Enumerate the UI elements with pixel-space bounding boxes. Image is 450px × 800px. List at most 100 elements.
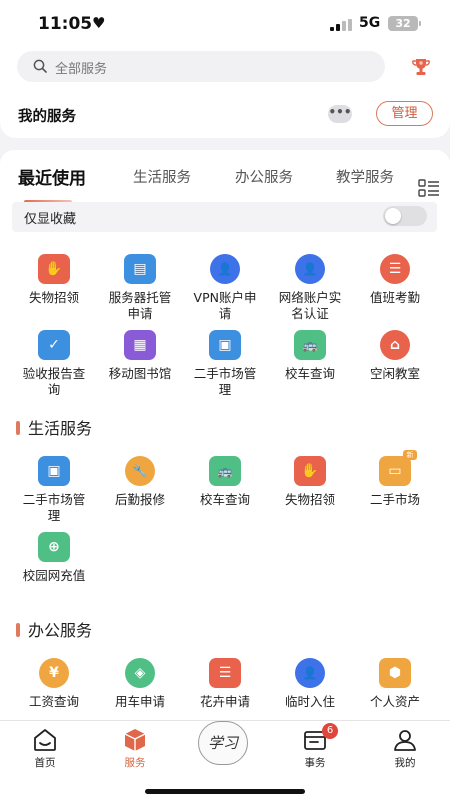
service-label: 失物招领 — [284, 492, 335, 507]
new-badge: 新 — [403, 450, 417, 460]
service-label: 二手市场 — [369, 492, 420, 507]
nav-service[interactable]: 服务 — [100, 727, 170, 770]
service-item[interactable]: ☰ 花卉申请 — [182, 658, 268, 710]
personal-assets-icon: ⬢ — [379, 658, 411, 688]
service-item[interactable]: 🚌 校车查询 — [267, 330, 353, 382]
nav-label: 我的 — [394, 757, 416, 769]
temp-stay-icon: 👤 — [295, 658, 325, 688]
service-label: 临时入住 — [284, 694, 335, 709]
tab-teaching[interactable]: 教学服务 — [336, 166, 394, 187]
service-item[interactable]: ⬢ 个人资产 — [352, 658, 438, 710]
service-item[interactable]: ▣ 二手市场管理 — [11, 456, 97, 524]
service-item[interactable]: 🔧 后勤报修 — [97, 456, 183, 508]
tab-recent[interactable]: 最近使用 — [18, 164, 86, 189]
flower-request-icon: ☰ — [209, 658, 241, 688]
signal-icon — [330, 19, 352, 31]
service-item[interactable]: 🚌 校车查询 — [182, 456, 268, 508]
vpn-account-icon: 👤 — [210, 254, 240, 284]
service-item[interactable]: ✋ 失物招领 — [267, 456, 353, 508]
top-card: 全部服务 我的服务 ••• 管理 — [0, 46, 450, 138]
service-item[interactable]: 👤 网络账户实名认证 — [267, 254, 353, 322]
lost-found-icon: ✋ — [38, 254, 70, 284]
search-icon — [33, 59, 47, 73]
center-logo[interactable]: 学习 — [198, 721, 248, 765]
service-label: 个人资产 — [369, 694, 420, 709]
service-item[interactable]: ▦ 移动图书馆 — [97, 330, 183, 382]
second-hand-market-icon: ▭ 新 — [379, 450, 417, 486]
service-label: 工资查询 — [28, 694, 79, 709]
service-label: 失物招领 — [28, 290, 79, 305]
service-label: 校车查询 — [199, 492, 250, 507]
service-item[interactable]: ◈ 用车申请 — [97, 658, 183, 710]
second-hand-manage-icon: ▣ — [38, 456, 70, 486]
home-indicator — [145, 789, 305, 794]
service-label: 二手市场管理 — [193, 366, 257, 397]
trophy-icon[interactable] — [410, 56, 432, 78]
service-box-icon — [124, 729, 146, 751]
salary-query-icon: ¥ — [39, 658, 69, 688]
tab-life[interactable]: 生活服务 — [133, 166, 191, 187]
service-item[interactable]: ¥ 工资查询 — [11, 658, 97, 710]
school-bus-icon: 🚌 — [294, 330, 326, 360]
office-section-title: 办公服务 — [16, 617, 92, 641]
service-item[interactable]: ▤ 服务器托管申请 — [97, 254, 183, 322]
campus-net-recharge-icon: ⊕ — [38, 532, 70, 562]
service-label: 服务器托管申请 — [108, 290, 172, 321]
service-label: 空闲教室 — [369, 366, 420, 381]
repair-icon: 🔧 — [125, 456, 155, 486]
home-icon — [34, 729, 56, 751]
service-item[interactable]: ☰ 值班考勤 — [352, 254, 438, 306]
service-item[interactable]: ▭ 新 二手市场 — [352, 450, 438, 508]
bottom-nav: 首页 服务 学习 事务 6 我的 — [0, 720, 450, 800]
school-bus-icon: 🚌 — [209, 456, 241, 486]
free-classroom-icon: ⌂ — [380, 330, 410, 360]
more-icon[interactable]: ••• — [328, 105, 352, 123]
life-section-title: 生活服务 — [16, 415, 92, 439]
lost-found-icon: ✋ — [294, 456, 326, 486]
service-label: 花卉申请 — [199, 694, 250, 709]
network-type: 5G — [359, 15, 381, 31]
status-bar: 11:05 ♥ 5G 32 — [0, 0, 450, 46]
service-label: 二手市场管理 — [22, 492, 86, 523]
service-item[interactable]: ✋ 失物招领 — [11, 254, 97, 306]
favorites-only-toggle[interactable] — [383, 206, 427, 226]
service-item[interactable]: ⌂ 空闲教室 — [352, 330, 438, 382]
nav-affairs[interactable]: 事务 — [280, 727, 350, 770]
service-label: VPN账户申请 — [193, 290, 257, 321]
nav-label: 服务 — [124, 757, 146, 769]
nav-profile[interactable]: 我的 — [370, 727, 440, 770]
service-tabs: 最近使用 生活服务 办公服务 教学服务 — [0, 160, 450, 204]
service-label: 校车查询 — [284, 366, 335, 381]
favorites-only-label: 仅显收藏 — [24, 212, 77, 227]
toggle-knob — [385, 208, 401, 224]
search-placeholder: 全部服务 — [55, 62, 108, 77]
services-panel: 最近使用 生活服务 办公服务 教学服务 仅显收藏 ✋ 失物招领 ▤ 服务器托管申… — [0, 150, 450, 720]
service-item[interactable]: 👤 VPN账户申请 — [182, 254, 268, 322]
battery-cap — [419, 21, 421, 26]
service-item[interactable]: 👤 临时入住 — [267, 658, 353, 710]
section-accent — [16, 421, 20, 435]
tab-office[interactable]: 办公服务 — [235, 166, 293, 187]
car-request-icon: ◈ — [125, 658, 155, 688]
acceptance-report-icon: ✓ — [38, 330, 70, 360]
service-label: 后勤报修 — [114, 492, 165, 507]
duty-attendance-icon: ☰ — [380, 254, 410, 284]
network-account-icon: 👤 — [295, 254, 325, 284]
section-accent — [16, 623, 20, 637]
service-label: 值班考勤 — [369, 290, 420, 305]
service-label: 用车申请 — [114, 694, 165, 709]
service-item[interactable]: ✓ 验收报告查询 — [11, 330, 97, 398]
affairs-count-badge: 6 — [322, 723, 338, 739]
service-item[interactable]: ▣ 二手市场管理 — [182, 330, 268, 398]
heart-icon: ♥ — [92, 14, 106, 32]
nav-home[interactable]: 首页 — [10, 727, 80, 770]
mobile-library-icon: ▦ — [124, 330, 156, 360]
favorites-only-bar: 仅显收藏 — [12, 202, 437, 232]
nav-label: 首页 — [34, 757, 56, 769]
profile-icon — [394, 730, 416, 751]
service-item[interactable]: ⊕ 校园网充值 — [11, 532, 97, 584]
search-input[interactable]: 全部服务 — [17, 51, 385, 82]
my-services-title: 我的服务 — [18, 109, 76, 125]
grid-list-icon[interactable] — [418, 179, 440, 197]
manage-button[interactable]: 管理 — [376, 101, 433, 126]
